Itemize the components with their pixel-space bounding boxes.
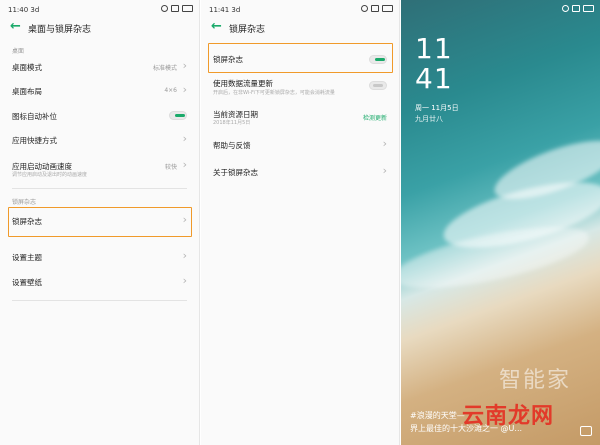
lock-date: 周一 11月5日 [415,104,459,112]
page-title: 锁屏杂志 [229,25,266,35]
alarm-icon [562,5,569,12]
status-icons [562,5,594,12]
chevron-right-icon: › [182,132,187,145]
lock-magazine-label: 锁屏杂志 [213,55,243,64]
desktop-mode-label: 桌面模式 [12,63,42,72]
chevron-right-icon: › [382,164,387,177]
app-animation-speed-desc: 调节应用启动及退出时的动画速度 [12,172,88,178]
lock-magazine-settings-panel: 11:41 3d ← 锁屏杂志 锁屏杂志 使用数据流量更新 开启后，在非Wi-F… [201,0,400,445]
set-theme-label: 设置主题 [12,253,42,262]
desktop-lockscreen-settings-panel: 11:40 3d ← 桌面与锁屏杂志 桌面 桌面模式 标准模式 › 桌面布局 4… [0,0,200,445]
lock-magazine-toggle-row: 锁屏杂志 [201,47,399,71]
icon-autofill-toggle[interactable] [169,111,187,120]
site-watermark-logo: 云南龙网 [462,398,554,430]
battery-icon [182,5,193,12]
help-feedback-row[interactable]: 帮助与反馈 › [201,134,399,158]
desktop-mode-value: 标准模式 [152,65,177,72]
resource-date-row: 当前资源日期 2018年11月5日 检测更新 [201,106,399,130]
app-animation-speed-row[interactable]: 应用启动动画速度 调节应用启动及退出时的动画速度 较快 › [0,155,199,179]
app-animation-speed-value: 较快 [164,164,177,171]
section-label-lock-magazine: 锁屏杂志 [12,199,37,206]
wifi-icon [371,5,379,12]
page-title: 桌面与锁屏杂志 [28,25,92,35]
mobile-data-update-toggle[interactable] [369,81,387,90]
clock-minute: 41 [415,62,453,95]
set-theme-row[interactable]: 设置主题 › [0,246,199,270]
alarm-icon [161,5,168,12]
site-watermark-text: 云南龙网 [462,404,555,429]
title-bar: ← 桌面与锁屏杂志 [0,17,199,39]
app-shortcuts-label: 应用快捷方式 [12,136,57,145]
lock-magazine-toggle[interactable] [369,55,387,64]
chevron-right-icon: › [182,158,187,171]
mobile-data-update-desc: 开启后，在非Wi-Fi下可更新锁屏杂志，可能会消耗流量 [213,90,335,96]
wifi-icon [171,5,179,12]
title-bar: ← 锁屏杂志 [201,17,399,39]
about-lock-magazine-label: 关于锁屏杂志 [213,168,258,177]
resource-date-value: 2018年11月5日 [213,120,251,126]
divider [12,188,187,189]
lock-magazine-label: 锁屏杂志 [12,217,42,226]
lock-screen: 11 41 周一 11月5日 九月廿八 智能家 #浪漫的天堂— 界上最佳的十大沙… [401,0,600,445]
status-time: 11:40 3d [8,6,40,14]
status-icons [361,5,393,12]
help-feedback-label: 帮助与反馈 [213,141,251,150]
mobile-data-update-row: 使用数据流量更新 开启后，在非Wi-Fi下可更新锁屏杂志，可能会消耗流量 [201,75,399,99]
lock-lunar-date: 九月廿八 [415,115,443,123]
lock-magazine-row[interactable]: 锁屏杂志 › [0,209,199,233]
back-arrow-icon[interactable]: ← [10,20,21,34]
desktop-layout-row[interactable]: 桌面布局 4×6 › [0,80,199,104]
back-arrow-icon[interactable]: ← [211,20,222,34]
battery-icon [382,5,393,12]
desktop-layout-label: 桌面布局 [12,87,42,96]
desktop-layout-value: 4×6 [164,87,177,94]
battery-icon [583,5,594,12]
divider [12,300,187,301]
lock-clock: 11 41 [415,34,453,94]
chevron-right-icon: › [182,213,187,226]
lock-status-bar [401,0,600,18]
desktop-mode-row[interactable]: 桌面模式 标准模式 › [0,56,199,80]
watermark-text: 智能家 [499,368,572,393]
set-wallpaper-label: 设置壁纸 [12,278,42,287]
icon-autofill-label: 图标自动补位 [12,112,57,121]
check-update-link[interactable]: 检测更新 [363,113,387,122]
chevron-right-icon: › [182,249,187,262]
camera-icon[interactable] [580,426,592,436]
clock-hour: 11 [415,32,453,65]
mobile-data-update-label: 使用数据流量更新 [213,79,273,88]
status-time: 11:41 3d [209,6,241,14]
app-shortcuts-row[interactable]: 应用快捷方式 › [0,129,199,153]
chevron-right-icon: › [182,274,187,287]
alarm-icon [361,5,368,12]
chevron-right-icon: › [182,59,187,72]
chevron-right-icon: › [182,83,187,96]
about-lock-magazine-row[interactable]: 关于锁屏杂志 › [201,161,399,185]
chevron-right-icon: › [382,137,387,150]
wifi-icon [572,5,580,12]
set-wallpaper-row[interactable]: 设置壁纸 › [0,271,199,295]
icon-autofill-row: 图标自动补位 [0,105,199,129]
section-label-desktop: 桌面 [12,48,25,55]
status-icons [161,5,193,12]
